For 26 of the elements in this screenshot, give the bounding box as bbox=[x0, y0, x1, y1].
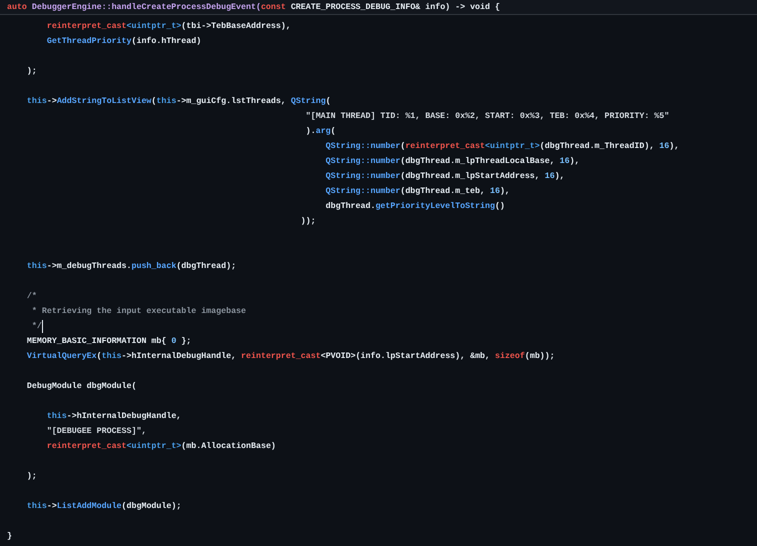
code-line: ); bbox=[26, 66, 37, 78]
code-line: MEMORY_BASIC_INFORMATION mb{ 0 }; bbox=[26, 336, 192, 348]
code-line: auto DebuggerEngine::handleCreateProcessDebugEvent(const CREATE_PROCESS_DEBUG_INFO& info) -> void { bbox=[7, 2, 500, 12]
code-line: } bbox=[7, 531, 12, 543]
code-line: QString::number(reinterpret_cast<uintptr_t>(dbgThread.m_ThreadID), 16), bbox=[326, 141, 680, 153]
code-line: this->AddStringToListView(this->m_guiCfg.lstThreads, QString( bbox=[26, 96, 331, 108]
code-line: this->hInternalDebugHandle, bbox=[46, 411, 182, 423]
code-line: QString::number(dbgThread.m_lpThreadLocalBase, 16), bbox=[326, 156, 580, 168]
code-line: reinterpret_cast<uintptr_t>(tbi->TebBaseAddress), bbox=[46, 21, 291, 33]
code-line: QString::number(dbgThread.m_lpStartAddress, 16), bbox=[326, 171, 565, 183]
code-line: QString::number(dbgThread.m_teb, 16), bbox=[326, 186, 510, 198]
code-line: this->ListAddModule(dbgModule); bbox=[26, 501, 182, 513]
code-line: VirtualQueryEx(this->hInternalDebugHandle, reinterpret_cast<PVOID>(info.lpStartAddress), &mb, sizeof(mb)); bbox=[26, 350, 555, 363]
code-line: GetThreadPriority(info.hThread) bbox=[46, 36, 202, 48]
code-line: /* bbox=[26, 291, 37, 303]
code-line: ); bbox=[26, 471, 37, 483]
code-line: DebugModule dbgModule( bbox=[26, 381, 136, 393]
code-line: "[MAIN THREAD] TID: %1, BASE: 0x%2, START: 0x%3, TEB: 0x%4, PRIORITY: %5" bbox=[306, 111, 670, 123]
code-line: this->m_debugThreads.push_back(dbgThread); bbox=[26, 261, 236, 273]
code-line: ).arg( bbox=[306, 126, 336, 138]
code-line: */ bbox=[32, 321, 42, 333]
code-line: "[DEBUGEE PROCESS]", bbox=[46, 426, 146, 438]
code-line: dbgThread.getPriorityLevelToString() bbox=[326, 201, 505, 213]
code-line: * Retrieving the input executable imagebase bbox=[32, 306, 246, 318]
code-line: reinterpret_cast<uintptr_t>(mb.AllocationBase) bbox=[46, 441, 276, 453]
code-line: )); bbox=[300, 216, 316, 228]
